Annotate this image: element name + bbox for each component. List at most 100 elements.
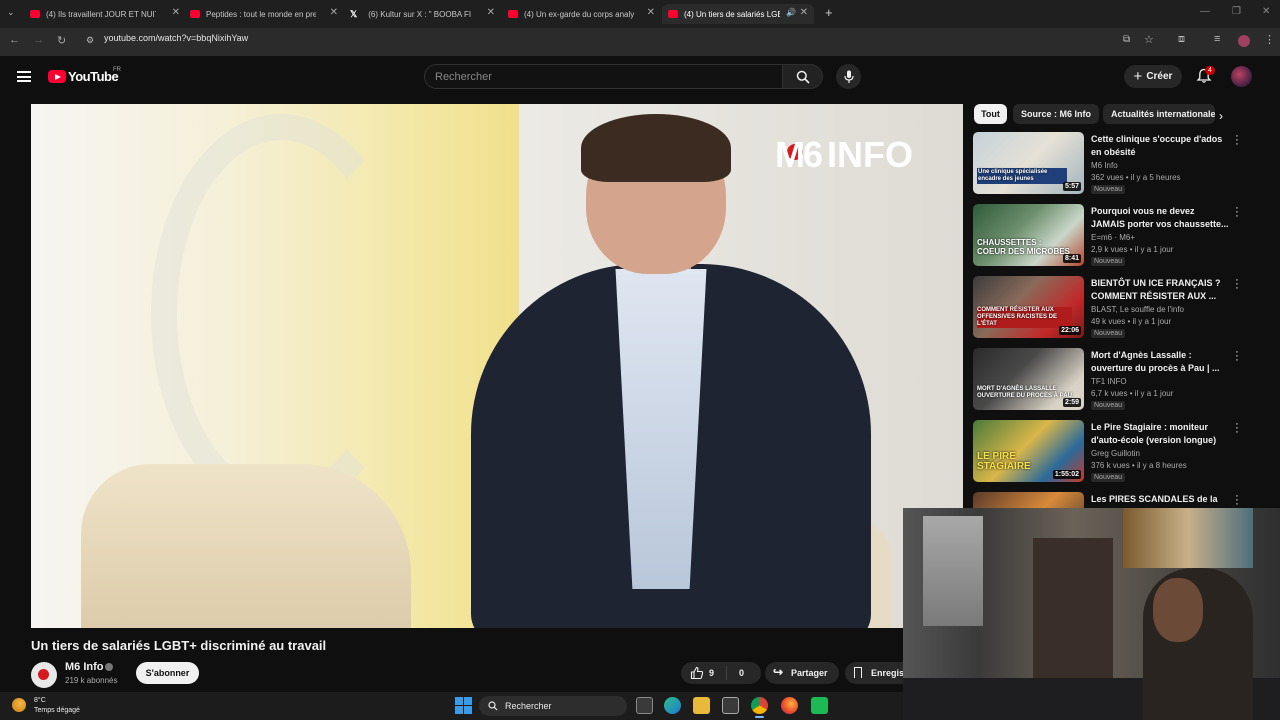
recommendation-title[interactable]: BIENTÔT UN ICE FRANÇAIS ? COMMENT RÉSIST… (1091, 277, 1229, 303)
more-actions-icon[interactable]: · · · (1234, 203, 1240, 222)
video-thumbnail[interactable]: Une clinique spécialisée encadre des jeu… (973, 132, 1084, 194)
new-tab-icon[interactable]: + (825, 5, 833, 20)
share-button[interactable]: ↪ Partager (765, 662, 839, 684)
browser-menu-icon[interactable]: ⋮ (1264, 33, 1275, 46)
recommendation-title[interactable]: Mort d'Agnès Lassalle : ouverture du pro… (1091, 349, 1229, 375)
video-thumbnail[interactable]: COMMENT RÉSISTER AUX OFFENSIVES RACISTES… (973, 276, 1084, 338)
recommendation-channel[interactable]: M6 Info (1091, 161, 1118, 170)
recommendation-meta: 49 k vues • il y a 1 jour (1091, 317, 1172, 326)
new-badge: Nouveau (1091, 473, 1126, 482)
recommendation-item[interactable]: COMMENT RÉSISTER AUX OFFENSIVES RACISTES… (973, 275, 1263, 340)
close-tab-icon[interactable]: ✕ (172, 7, 180, 18)
subscribe-button[interactable]: S'abonner (136, 662, 199, 684)
recommendation-channel[interactable]: E=m6 · M6+ (1091, 233, 1135, 242)
youtube-logo[interactable]: YouTube (48, 69, 119, 84)
windows-start-icon[interactable] (455, 697, 472, 714)
weather-moon-icon[interactable] (12, 698, 26, 712)
chevron-right-icon[interactable]: › (1219, 109, 1223, 123)
webcam-posters (1123, 508, 1253, 568)
recommendation-title[interactable]: Cette clinique s'occupe d'ados en obésit… (1091, 133, 1229, 159)
search-input[interactable] (424, 64, 783, 89)
recommendation-item[interactable]: Une clinique spécialisée encadre des jeu… (973, 131, 1263, 196)
task-view-icon[interactable] (636, 697, 653, 714)
close-tab-icon[interactable]: ✕ (330, 7, 338, 18)
recommendation-title[interactable]: Le Pire Stagiaire : moniteur d'auto-écol… (1091, 421, 1229, 447)
media-control-icon[interactable]: ≡ (1214, 33, 1220, 45)
channel-avatar[interactable] (31, 662, 57, 688)
bookmark-star-icon[interactable]: ☆ (1144, 33, 1154, 46)
close-tab-icon[interactable]: ✕ (800, 7, 808, 18)
speaker-icon[interactable]: 🔊 (786, 8, 796, 17)
recommendation-title[interactable]: Les PIRES SCANDALES de la (1091, 493, 1229, 506)
recommendation-channel[interactable]: BLAST, Le souffle de l'info (1091, 305, 1184, 314)
browser-tab[interactable]: (4) Ils travaillent JOUR ET NUIT ✕ (30, 4, 180, 24)
more-actions-icon[interactable]: · · · (1234, 491, 1240, 510)
like-button-icon[interactable] (690, 666, 704, 680)
tab-title: (4) Un tiers de salariés LGBT (684, 9, 780, 19)
channel-name[interactable]: M6 Info (65, 661, 104, 673)
file-explorer-icon[interactable] (693, 697, 710, 714)
more-actions-icon[interactable]: · · · (1234, 131, 1240, 150)
chrome-icon[interactable] (751, 697, 768, 714)
recommendation-item[interactable]: CHAUSSETTES : COEUR DES MICROBES 8:41 Po… (973, 203, 1263, 268)
account-avatar[interactable] (1231, 66, 1252, 87)
forward-icon[interactable]: → (33, 34, 44, 46)
chip-source-m6-info[interactable]: Source : M6 Info (1013, 104, 1100, 124)
firefox-icon[interactable] (781, 697, 798, 714)
weather-temperature[interactable]: 8°C (34, 697, 46, 704)
site-info-icon[interactable]: ⚙ (86, 35, 94, 46)
notification-count-badge: 4 (1205, 66, 1215, 75)
back-icon[interactable]: ← (9, 34, 20, 46)
minimize-icon[interactable]: — (1200, 6, 1210, 17)
browser-tab-active[interactable]: (4) Un tiers de salariés LGBT 🔊 ✕ (662, 4, 814, 24)
recommendation-item[interactable]: MORT D'AGNÈS LASSALLE OUVERTURE DU PROCÈ… (973, 347, 1263, 412)
tab-list-dropdown-icon[interactable]: ⌄ (7, 7, 15, 18)
install-app-icon[interactable]: ⧉ (1123, 34, 1130, 45)
search-button[interactable] (783, 64, 823, 89)
like-divider (726, 666, 727, 680)
search-icon (796, 70, 810, 84)
close-tab-icon[interactable]: ✕ (647, 7, 655, 18)
video-duration: 2:59 (1062, 398, 1081, 407)
dislike-button[interactable]: 0 (739, 668, 744, 678)
restore-icon[interactable]: ❐ (1232, 6, 1241, 17)
video-title: Un tiers de salariés LGBT+ discriminé au… (31, 638, 327, 653)
save-button[interactable]: Enregistrer (845, 662, 903, 684)
chip-international-news[interactable]: Actualités internationales (1103, 104, 1215, 124)
recommendation-title[interactable]: Pourquoi vous ne devez JAMAIS porter vos… (1091, 205, 1229, 231)
spotify-icon[interactable] (811, 697, 828, 714)
video-thumbnail[interactable]: CHAUSSETTES : COEUR DES MICROBES 8:41 (973, 204, 1084, 266)
recommendation-channel[interactable]: TF1 INFO (1091, 377, 1127, 386)
recommendation-channel[interactable]: Greg Guillotin (1091, 449, 1140, 458)
microsoft-store-icon[interactable] (722, 697, 739, 714)
video-duration: 8:41 (1062, 254, 1081, 263)
taskbar-search[interactable]: Rechercher (479, 696, 627, 716)
video-thumbnail[interactable]: MORT D'AGNÈS LASSALLE OUVERTURE DU PROCÈ… (973, 348, 1084, 410)
chip-all[interactable]: Tout (974, 104, 1007, 124)
url-field[interactable]: youtube.com/watch?v=bbqNixihYaw (104, 33, 248, 43)
browser-tab[interactable]: (4) Un ex-garde du corps analy ✕ (508, 4, 655, 24)
reload-icon[interactable]: ↻ (57, 34, 66, 47)
voice-search-button[interactable] (836, 64, 861, 89)
tab-title: (4) Ils travaillent JOUR ET NUIT (46, 9, 156, 19)
extensions-icon[interactable]: ⧈ (1178, 33, 1185, 46)
more-actions-icon[interactable]: · · · (1234, 347, 1240, 366)
browser-tab[interactable]: 𝕏 (6) Kultur sur X : " BOOBA FI ✕ (350, 4, 495, 24)
weather-description[interactable]: Temps dégagé (34, 707, 80, 714)
close-tab-icon[interactable]: ✕ (487, 7, 495, 18)
thumbnail-caption: COMMENT RÉSISTER AUX OFFENSIVES RACISTES… (977, 307, 1072, 328)
hamburger-menu-icon[interactable] (17, 71, 31, 82)
profile-icon[interactable] (1238, 35, 1250, 47)
bookmark-icon (854, 667, 862, 678)
close-window-icon[interactable]: ✕ (1262, 6, 1270, 17)
webcam-overlay (903, 508, 1280, 720)
edge-browser-icon[interactable] (664, 697, 681, 714)
video-player[interactable]: M6 INFO (31, 104, 963, 628)
browser-tab[interactable]: Peptides : tout le monde en pre ✕ (190, 4, 338, 24)
recommendation-item[interactable]: LE PIRE STAGIAIRE 1:55:02 Le Pire Stagia… (973, 419, 1263, 484)
more-actions-icon[interactable]: · · · (1234, 419, 1240, 438)
youtube-icon (30, 10, 40, 18)
create-button[interactable]: + Créer (1124, 65, 1182, 88)
more-actions-icon[interactable]: · · · (1234, 275, 1240, 294)
video-thumbnail[interactable]: LE PIRE STAGIAIRE 1:55:02 (973, 420, 1084, 482)
